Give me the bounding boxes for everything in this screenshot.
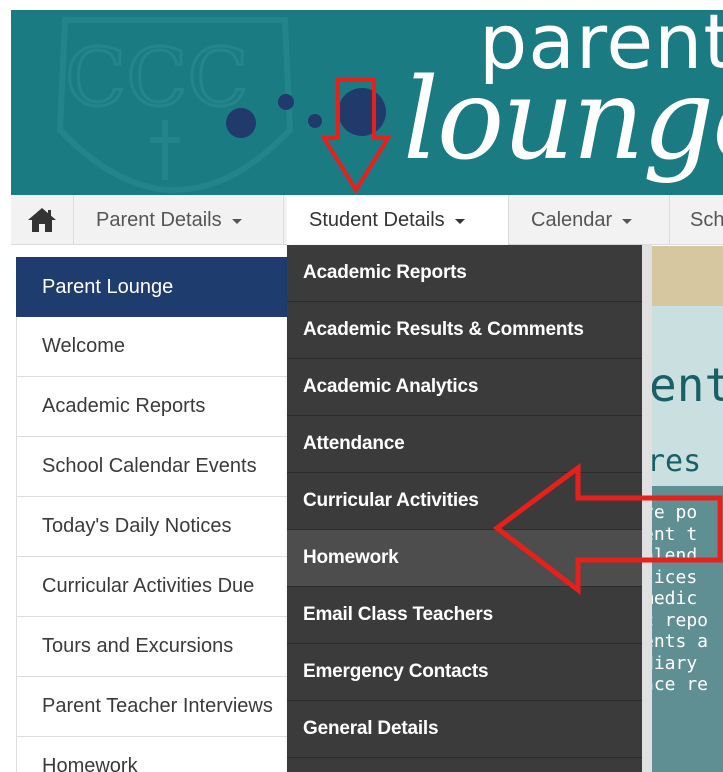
sidebar-item-homework[interactable]: Homework [16,737,306,772]
nav-calendar-label: Calendar [531,208,613,231]
sidebar-item-label: Academic Reports [42,395,206,417]
dropdown-scrollbar[interactable] [642,245,652,772]
content-line: alend [643,545,698,566]
decor-dot [308,114,322,128]
content-heading: ent [649,358,723,412]
decor-dot [226,108,256,138]
decor-dot [338,88,386,136]
content-image [641,246,723,306]
nav-parent-details-label: Parent Details [96,208,222,231]
menu-item-academic-reports[interactable]: Academic Reports [287,245,642,302]
menu-item-label: Academic Analytics [303,376,479,397]
nav-school[interactable]: Sch [670,195,723,245]
sidebar-item-label: Parent Teacher Interviews [42,695,273,717]
main-navbar: Parent Details Student Details Calendar … [11,195,723,245]
menu-item-general-details[interactable]: General Details [287,701,642,758]
menu-item-label: Academic Reports [303,262,467,283]
content-line: c repo [643,609,709,631]
sidebar-item-tours-excursions[interactable]: Tours and Excursions [16,617,306,677]
header-banner: CCC parent lounge [11,10,723,195]
menu-item-label: Curricular Activities [303,490,479,511]
nav-parent-details[interactable]: Parent Details [74,195,284,245]
sidebar-item-academic-reports[interactable]: Academic Reports [16,377,306,437]
nav-student-details[interactable]: Student Details [287,195,509,245]
page-viewport: CCC parent lounge Parent Details [11,10,723,772]
menu-item-academic-analytics[interactable]: Academic Analytics [287,359,642,416]
nav-home-button[interactable] [11,195,74,245]
screenshot-frame: CCC parent lounge Parent Details [0,0,723,772]
menu-item-label: Attendance [303,433,405,454]
crest-letters: CCC [65,31,249,124]
sidebar-item-label: School Calendar Events [42,455,257,477]
menu-item-label: Email Class Teachers [303,604,493,625]
content-feature-list: ve po ent t alend tices medic c repo ent… [641,502,723,696]
nav-school-label: Sch [690,208,723,231]
sidebar-item-label: Homework [42,755,138,772]
content-line: ents a [643,631,709,652]
menu-item-homework[interactable]: Homework [287,530,642,587]
sidebar-item-label: Tours and Excursions [42,635,234,657]
menu-item-label: Emergency Contacts [303,661,489,682]
student-details-dropdown: Academic Reports Academic Results & Comm… [287,245,652,772]
sidebar-item-curricular-activities-due[interactable]: Curricular Activities Due [16,557,306,617]
menu-item-academic-results-comments[interactable]: Academic Results & Comments [287,302,642,359]
chevron-down-icon [622,219,633,224]
content-line: nce re [643,674,709,695]
sidebar-item-label: Curricular Activities Due [42,575,255,597]
content-line: ve po [643,502,698,523]
chevron-down-icon [231,219,242,224]
menu-item-label: Academic Results & Comments [303,319,584,340]
chevron-down-icon [454,219,465,224]
sidebar-item-label: Parent Lounge [42,275,174,298]
home-icon [28,208,56,232]
sidebar-item-welcome[interactable]: Welcome [16,317,306,377]
sidebar-item-school-calendar-events[interactable]: School Calendar Events [16,437,306,497]
main-content-panel: ent res ve po ent t alend tices medic c … [641,246,723,772]
sidebar-item-parent-teacher-interviews[interactable]: Parent Teacher Interviews [16,677,306,737]
nav-student-details-label: Student Details [309,208,445,231]
content-line: medic [643,588,698,609]
brand-word-lounge: lounge [403,55,723,185]
content-line: diary [643,652,698,674]
content-line: ent t [643,523,698,545]
nav-calendar[interactable]: Calendar [509,195,670,245]
menu-item-label: General Details [303,718,439,739]
content-line: tices [643,566,698,588]
sidebar-header[interactable]: Parent Lounge [16,257,306,317]
content-subheading: res [647,444,702,479]
sidebar-menu: Parent Lounge Welcome Academic Reports S… [16,257,306,772]
sidebar-item-label: Welcome [42,335,125,357]
menu-item-email-class-teachers[interactable]: Email Class Teachers [287,587,642,644]
menu-item-curricular-activities[interactable]: Curricular Activities [287,473,642,530]
decor-dot [278,94,294,110]
menu-item-attendance[interactable]: Attendance [287,416,642,473]
sidebar-item-daily-notices[interactable]: Today's Daily Notices [16,497,306,557]
menu-item-label: Homework [303,547,399,568]
menu-item-emergency-contacts[interactable]: Emergency Contacts [287,644,642,701]
sidebar-item-label: Today's Daily Notices [42,515,232,537]
